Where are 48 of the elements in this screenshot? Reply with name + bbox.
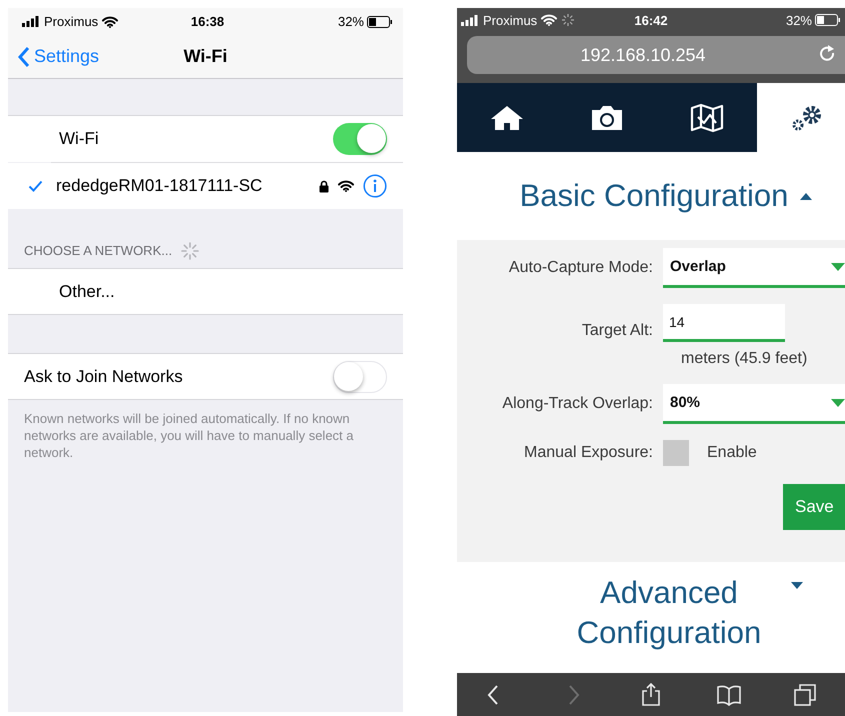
book-icon[interactable] <box>716 682 741 706</box>
battery-percent: 32% <box>338 14 364 29</box>
nav-tab[interactable] <box>757 83 845 152</box>
select-field[interactable]: 80% <box>663 384 845 424</box>
row-label: Ask to Join Networks <box>24 366 184 386</box>
caret-icon[interactable] <box>791 582 803 589</box>
carrier-name: Proximus <box>44 14 98 29</box>
back-button[interactable]: Settings <box>18 46 100 67</box>
checkbox-label: Enable <box>707 444 757 462</box>
home-icon <box>490 104 524 130</box>
map-icon <box>690 102 724 132</box>
info-icon[interactable] <box>363 174 387 198</box>
wifi-icon <box>102 16 118 28</box>
section-header: CHOOSE A NETWORK... <box>24 243 172 258</box>
toggle-switch[interactable] <box>333 360 387 392</box>
status-time: 16:42 <box>634 12 668 28</box>
tabs-icon[interactable] <box>794 682 818 706</box>
checkbox[interactable] <box>663 440 689 466</box>
toggle-switch[interactable] <box>333 123 387 155</box>
carrier-name: Proximus <box>483 12 538 28</box>
status-time: 16:38 <box>190 14 224 29</box>
row-label: Wi-Fi <box>59 129 100 149</box>
caret-icon[interactable] <box>800 192 812 200</box>
battery-percent: 32% <box>786 12 812 28</box>
battery-icon <box>367 16 393 28</box>
screen-title: Wi-Fi <box>184 46 228 67</box>
other-network[interactable]: Other... <box>59 282 115 302</box>
spinner-icon <box>561 13 576 27</box>
wifi-icon <box>541 14 558 26</box>
footer-note: Known networks will be joined automatically. If no known networks are available, you will have to manually select a network. <box>23 410 355 462</box>
field-label: Along-Track Overlap: <box>501 395 653 413</box>
chevron-icon <box>18 46 30 66</box>
caret-icon <box>831 398 845 406</box>
signal-icon <box>22 16 40 27</box>
wifi-signal-icon <box>338 180 354 192</box>
field-label: Auto-Capture Mode: <box>508 259 653 277</box>
camera-icon <box>590 104 624 130</box>
unit-note: meters (45.9 feet) <box>680 349 808 368</box>
signal-icon <box>461 14 479 26</box>
select-field[interactable]: Overlap <box>663 248 845 288</box>
gears-icon <box>790 104 824 130</box>
spinner-icon <box>180 240 200 260</box>
field-label: Manual Exposure: <box>523 444 653 462</box>
caret-icon <box>831 262 845 270</box>
input-field[interactable]: 14 <box>663 304 785 342</box>
battery-icon <box>815 14 841 26</box>
lock-icon <box>319 180 329 192</box>
field-label: Target Alt: <box>580 322 653 341</box>
